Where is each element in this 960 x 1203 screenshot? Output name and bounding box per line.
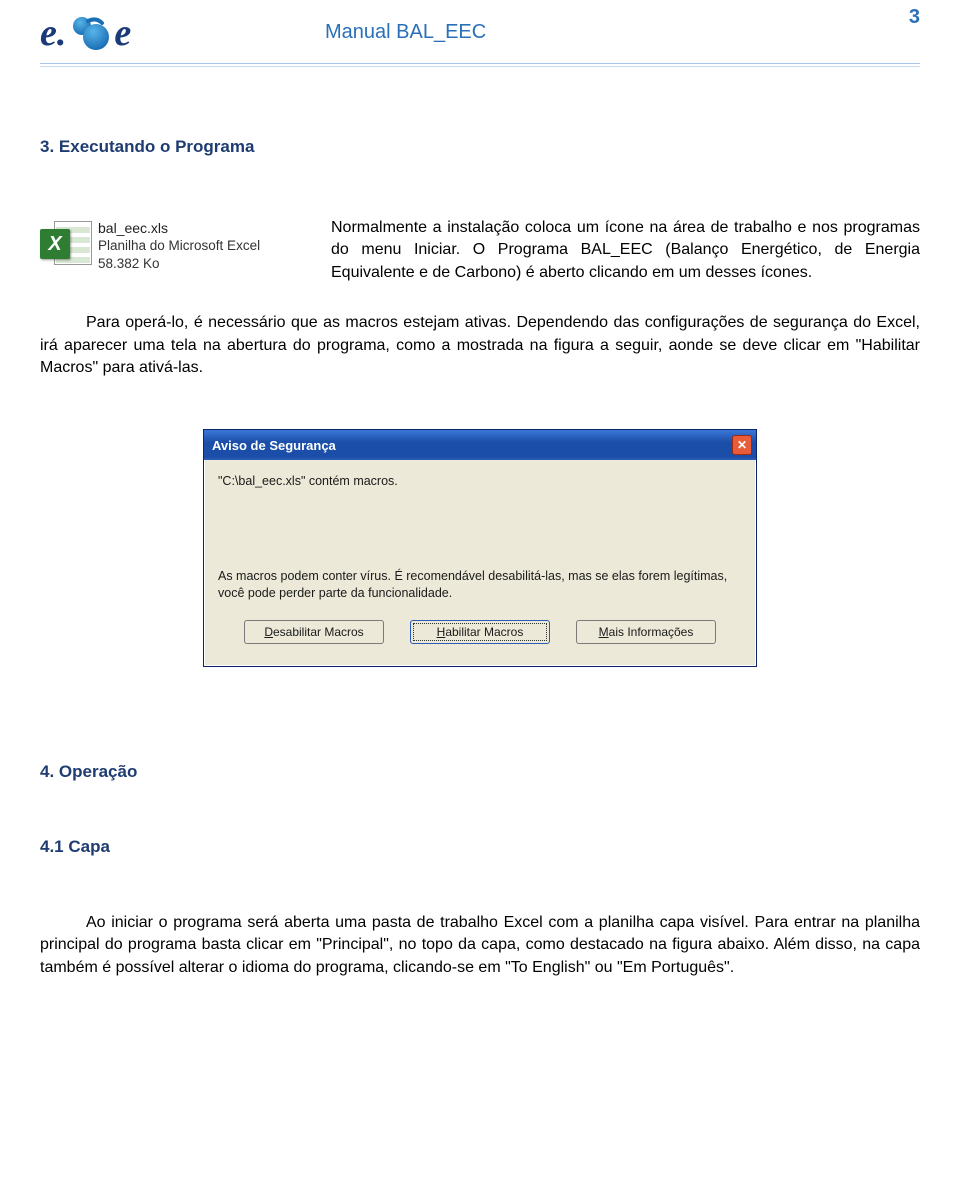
file-icon-card: X bal_eec.xls Planilha do Microsoft Exce…: [40, 217, 315, 272]
document-title: Manual BAL_EEC: [325, 21, 486, 44]
dialog-path-line: "C:\bal_eec.xls" contém macros.: [218, 474, 742, 488]
dialog-body: "C:\bal_eec.xls" contém macros. As macro…: [204, 460, 756, 666]
macros-paragraph-text: Para operá-lo, é necessário que as macro…: [40, 314, 920, 376]
file-size: 58.382 Ko: [98, 255, 260, 273]
capa-paragraph-text: Ao iniciar o programa será aberta uma pa…: [40, 914, 920, 976]
file-type: Planilha do Microsoft Excel: [98, 237, 260, 255]
security-dialog: Aviso de Segurança ✕ "C:\bal_eec.xls" co…: [203, 429, 757, 667]
capa-paragraph: Ao iniciar o programa será aberta uma pa…: [40, 912, 920, 979]
page-header: e. e Manual BAL_EEC 3: [40, 0, 920, 63]
intro-paragraph: Normalmente a instalação coloca um ícone…: [331, 217, 920, 284]
logo-text-right: e: [114, 14, 131, 52]
dialog-titlebar: Aviso de Segurança ✕: [204, 430, 756, 460]
enable-macros-label: Habilitar Macros: [437, 625, 524, 639]
page-number: 3: [909, 6, 920, 29]
file-meta: bal_eec.xls Planilha do Microsoft Excel …: [98, 219, 260, 272]
ampersand-logo-icon: [70, 13, 110, 53]
brand-logo: e. e: [40, 10, 195, 55]
dialog-message: As macros podem conter vírus. É recomend…: [218, 568, 742, 602]
close-icon[interactable]: ✕: [732, 435, 752, 455]
more-info-button[interactable]: Mais Informações: [576, 620, 716, 644]
intro-block: X bal_eec.xls Planilha do Microsoft Exce…: [40, 217, 920, 284]
macros-paragraph: Para operá-lo, é necessário que as macro…: [40, 312, 920, 379]
dialog-button-row: Desabilitar Macros Habilitar Macros Mais…: [218, 620, 742, 650]
logo-text-left: e.: [40, 14, 66, 52]
file-name: bal_eec.xls: [98, 219, 260, 237]
section-4-1-heading: 4.1 Capa: [40, 837, 920, 857]
disable-macros-label: Desabilitar Macros: [264, 625, 363, 639]
header-divider-2: [40, 66, 920, 67]
security-dialog-figure: Aviso de Segurança ✕ "C:\bal_eec.xls" co…: [40, 429, 920, 667]
section-3-heading: 3. Executando o Programa: [40, 137, 920, 157]
header-divider-1: [40, 63, 920, 64]
disable-macros-button[interactable]: Desabilitar Macros: [244, 620, 384, 644]
dialog-title: Aviso de Segurança: [212, 438, 336, 453]
excel-file-icon: X: [40, 219, 92, 271]
enable-macros-button[interactable]: Habilitar Macros: [410, 620, 550, 644]
section-4-heading: 4. Operação: [40, 762, 920, 782]
more-info-label: Mais Informações: [599, 625, 694, 639]
